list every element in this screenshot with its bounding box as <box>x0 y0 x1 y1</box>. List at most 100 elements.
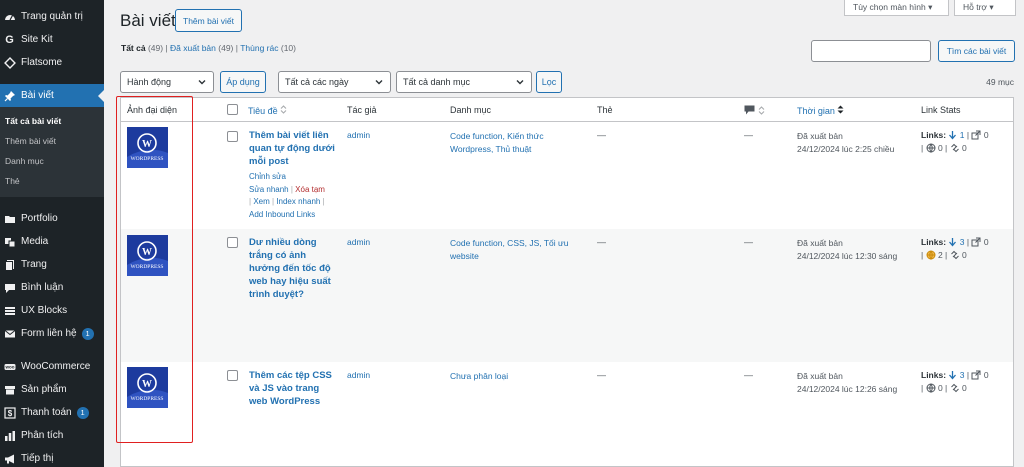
chevron-down-icon <box>198 80 206 85</box>
separator: | <box>290 184 293 194</box>
menu-label: Sản phẩm <box>21 384 67 395</box>
post-title-link[interactable]: Thêm bài viết liên quan tự động dưới mỗi… <box>249 129 343 168</box>
view-link[interactable]: Xem <box>253 197 269 206</box>
column-date[interactable]: Thời gian <box>797 105 844 116</box>
menu-item-marketing[interactable]: Tiếp thị <box>0 447 104 467</box>
author-link[interactable]: admin <box>347 130 370 140</box>
menu-item-ux-blocks[interactable]: UX Blocks <box>0 299 104 322</box>
menu-item-site-kit[interactable]: G Site Kit <box>0 28 104 51</box>
add-new-post-button[interactable]: Thêm bài viết <box>175 9 243 32</box>
add-inbound-links-link[interactable]: Add Inbound Links <box>249 210 315 219</box>
internal-count: 0 <box>937 143 943 153</box>
globe-icon <box>926 250 936 260</box>
submenu-all-posts[interactable]: Tất cả bài viết <box>0 111 104 131</box>
post-datetime: 24/12/2024 lúc 2:25 chiều <box>797 143 895 154</box>
post-thumbnail[interactable]: W WORDPRESS <box>127 235 168 276</box>
notification-badge: 1 <box>81 327 94 340</box>
filter-trash[interactable]: Thùng rác <box>240 43 278 53</box>
separator: | <box>322 197 325 206</box>
items-count: 49 mục <box>986 77 1014 87</box>
row-checkbox[interactable] <box>227 370 238 381</box>
link-stats: Links: 1 | 0 | 0 | 0 <box>921 130 989 153</box>
menu-item-pages[interactable]: Trang <box>0 253 104 276</box>
filter-published[interactable]: Đã xuất bản <box>170 43 216 53</box>
help-button[interactable]: Hỗ trợ ▾ <box>954 0 1016 16</box>
author-link[interactable]: admin <box>347 237 370 247</box>
menu-label: Tiếp thị <box>21 453 54 464</box>
submenu-add-post[interactable]: Thêm bài viết <box>0 131 104 151</box>
column-date-label: Thời gian <box>797 106 835 116</box>
menu-item-portfolio[interactable]: Portfolio <box>0 207 104 230</box>
category-links[interactable]: Code function, CSS, JS, Tối ưu website <box>450 237 570 262</box>
post-thumbnail[interactable]: W WORDPRESS <box>127 127 168 168</box>
submenu-tags[interactable]: Thẻ <box>0 171 104 191</box>
post-thumbnail[interactable]: W WORDPRESS <box>127 367 168 408</box>
category-filter-select[interactable]: Tất cả danh mục <box>396 71 532 93</box>
edit-link[interactable]: Chỉnh sửa <box>249 172 286 181</box>
select-all-checkbox[interactable] <box>227 104 238 115</box>
menu-item-comments[interactable]: Bình luận <box>0 276 104 299</box>
arrow-down-icon <box>949 131 957 140</box>
author-link[interactable]: admin <box>347 370 370 380</box>
broken-link-icon <box>950 383 959 393</box>
post-title-link[interactable]: Thêm các tệp CSS và JS vào trang web Wor… <box>249 369 335 408</box>
bulk-action-select[interactable]: Hành động <box>120 71 214 93</box>
tags-value: — <box>597 237 606 247</box>
tags-value: — <box>597 370 606 380</box>
column-comments[interactable] <box>744 105 765 117</box>
menu-item-flatsome[interactable]: Flatsome <box>0 51 104 74</box>
posts-submenu: Tất cả bài viết Thêm bài viết Danh mục T… <box>0 107 104 197</box>
column-link-stats: Link Stats <box>921 105 961 115</box>
menu-label: Thanh toán <box>21 407 72 418</box>
quick-edit-link[interactable]: Sửa nhanh <box>249 185 289 194</box>
row-actions: Chỉnh sửa Sửa nhanh | Xóa tạm | Xem | In… <box>249 171 345 221</box>
row-checkbox[interactable] <box>227 131 238 142</box>
menu-item-analytics[interactable]: Phân tích <box>0 424 104 447</box>
inbound-count[interactable]: 1 <box>960 130 965 140</box>
row-checkbox[interactable] <box>227 237 238 248</box>
menu-item-products[interactable]: Sản phẩm <box>0 378 104 401</box>
apply-button[interactable]: Áp dụng <box>220 71 266 93</box>
status-filter-links: Tất cả (49) | Đã xuất bản (49) | Thùng r… <box>121 43 296 53</box>
media-icon <box>3 235 16 248</box>
category-links[interactable]: Code function, Kiến thức Wordpress, Thủ … <box>450 130 575 155</box>
svg-text:W: W <box>142 379 152 390</box>
post-status: Đã xuất bản <box>797 238 843 248</box>
column-title-label: Tiêu đề <box>248 106 278 116</box>
external-link-icon <box>971 130 981 140</box>
screen-options-button[interactable]: Tùy chọn màn hình ▾ <box>844 0 949 16</box>
svg-text:WORDPRESS: WORDPRESS <box>130 156 163 162</box>
trash-link[interactable]: Xóa tạm <box>295 185 325 194</box>
filter-trash-count: (10) <box>280 43 296 53</box>
page-icon <box>3 258 16 271</box>
date-filter-select[interactable]: Tất cả các ngày <box>278 71 391 93</box>
wordpress-thumbnail-image: W WORDPRESS <box>127 367 168 408</box>
menu-item-woocommerce[interactable]: woo WooCommerce <box>0 355 104 378</box>
submenu-categories[interactable]: Danh mục <box>0 151 104 171</box>
post-title-link[interactable]: Dư nhiều dòng trắng có ảnh hưởng đến tốc… <box>249 236 335 301</box>
menu-item-dashboard[interactable]: Trang quản trị <box>0 5 104 28</box>
menu-item-contact-form[interactable]: Form liên hệ 1 <box>0 322 104 345</box>
filter-all[interactable]: Tất cả <box>121 43 146 53</box>
quick-index-link[interactable]: Index nhanh <box>276 197 320 206</box>
menu-item-posts[interactable]: Bài viết <box>0 84 104 107</box>
wordpress-thumbnail-image: W WORDPRESS <box>127 127 168 168</box>
category-links[interactable]: Chưa phân loại <box>450 370 575 383</box>
menu-label: Trang <box>21 259 47 270</box>
svg-text:$: $ <box>7 409 12 418</box>
filter-button[interactable]: Lọc <box>536 71 562 93</box>
menu-label: Flatsome <box>21 57 63 68</box>
inbound-count[interactable]: 3 <box>960 237 965 247</box>
menu-item-media[interactable]: Media <box>0 230 104 253</box>
menu-label: Phân tích <box>21 430 64 441</box>
internal-count: 0 <box>937 383 943 393</box>
chart-icon <box>3 429 16 442</box>
inbound-count[interactable]: 3 <box>960 370 965 380</box>
menu-item-payments[interactable]: $ Thanh toán 1 <box>0 401 104 424</box>
svg-text:WORDPRESS: WORDPRESS <box>130 396 163 402</box>
column-title[interactable]: Tiêu đề <box>248 105 287 116</box>
arrow-down-icon <box>949 371 957 380</box>
search-input[interactable] <box>811 40 931 62</box>
outbound-count: 0 <box>983 237 989 247</box>
search-posts-button[interactable]: Tìm các bài viết <box>938 40 1015 62</box>
